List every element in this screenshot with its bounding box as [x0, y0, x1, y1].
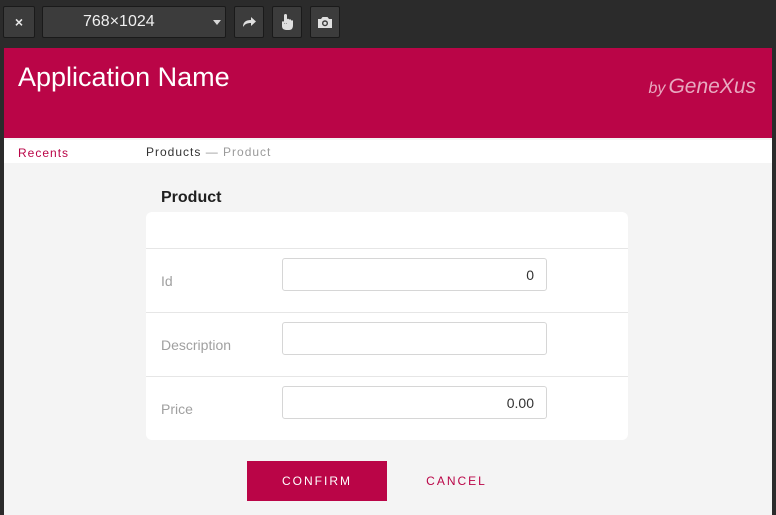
app-title: Application Name [18, 62, 230, 92]
rotate-icon [243, 17, 256, 27]
description-label: Description [161, 337, 232, 353]
form-title: Product [161, 189, 222, 206]
device-size-select[interactable]: 768×1024 [42, 6, 226, 38]
app-viewport: Application Name by GeneXus Recents Produ… [4, 48, 772, 515]
breadcrumb: Products — Product [146, 145, 271, 159]
breadcrumb-products-link[interactable]: Products [146, 145, 201, 159]
screenshot-button[interactable] [310, 6, 340, 38]
price-field[interactable] [282, 386, 547, 419]
breadcrumb-current: Product [223, 145, 272, 159]
camera-icon [318, 17, 332, 28]
cancel-button[interactable]: CANCEL [414, 461, 499, 501]
product-form-card: Id Description Price [146, 212, 628, 440]
brand-by: by [648, 80, 666, 97]
confirm-button[interactable]: CONFIRM [247, 461, 387, 501]
description-field[interactable] [282, 322, 547, 355]
app-header: Application Name by GeneXus [4, 48, 772, 138]
field-row-id: Id [146, 248, 628, 312]
field-row-price: Price [146, 376, 628, 440]
id-field[interactable] [282, 258, 547, 291]
touch-button[interactable] [272, 6, 302, 38]
touch-icon [282, 14, 293, 30]
price-label: Price [161, 401, 193, 417]
nav-bar: Recents Products — Product [4, 140, 772, 163]
brand-logo: by GeneXus [649, 75, 756, 99]
rotate-button[interactable] [234, 6, 264, 38]
close-icon: × [14, 14, 24, 30]
close-button[interactable]: × [3, 6, 35, 38]
brand-name: GeneXus [668, 75, 756, 98]
breadcrumb-separator: — [201, 145, 224, 159]
device-size-value: 768×1024 [83, 13, 155, 30]
id-label: Id [161, 273, 173, 289]
field-row-description: Description [146, 312, 628, 376]
chevron-down-icon [213, 20, 221, 25]
recents-link[interactable]: Recents [18, 146, 69, 160]
device-toolbar: × 768×1024 [0, 0, 776, 45]
